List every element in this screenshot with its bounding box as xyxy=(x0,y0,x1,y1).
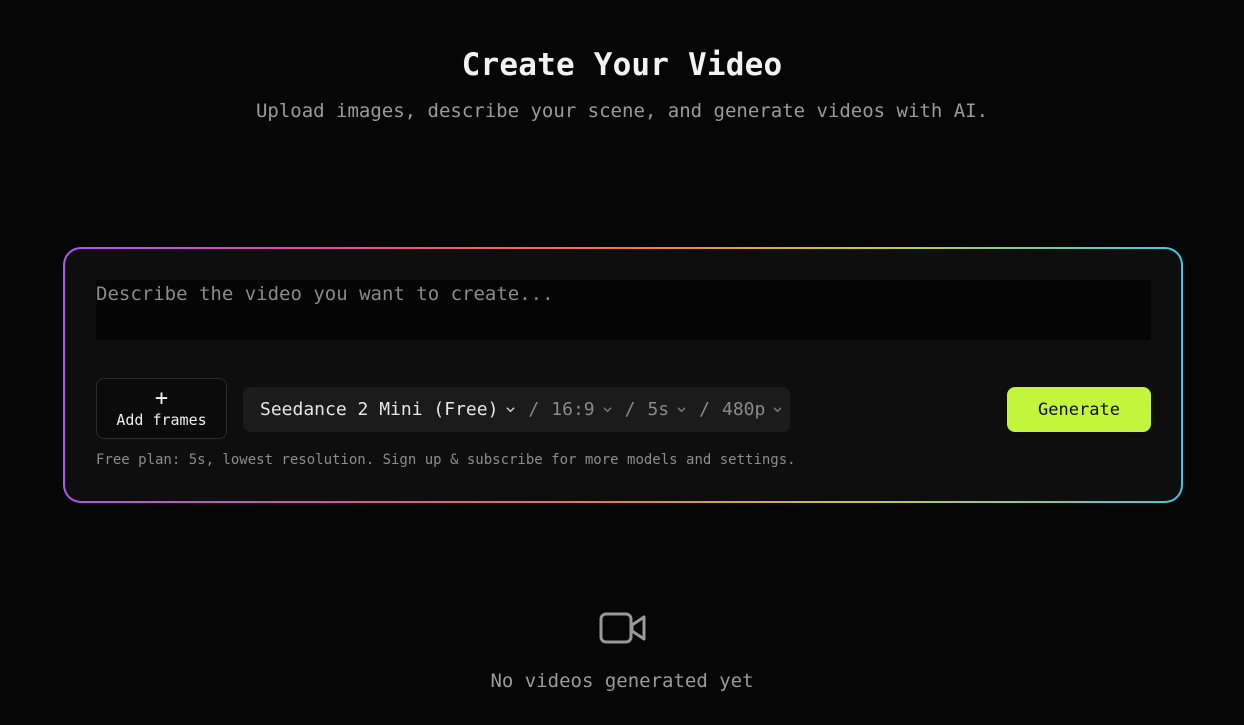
video-camera-icon xyxy=(599,612,646,644)
settings-separator: / xyxy=(528,399,540,420)
chevron-down-icon xyxy=(506,407,515,413)
chevron-down-icon xyxy=(677,407,686,413)
settings-separator: / xyxy=(699,399,710,420)
chevron-down-icon xyxy=(603,407,612,413)
page: Create Your Video Upload images, describ… xyxy=(0,0,1244,725)
add-frames-label: Add frames xyxy=(116,410,207,429)
add-frames-button[interactable]: + Add frames xyxy=(96,378,227,439)
empty-state-text: No videos generated yet xyxy=(490,670,754,692)
resolution-select[interactable]: 480p xyxy=(722,399,783,420)
model-select[interactable]: Seedance 2 Mini (Free) xyxy=(260,399,516,420)
chevron-down-icon xyxy=(773,407,782,413)
duration-label: 5s xyxy=(647,399,670,420)
model-select-label: Seedance 2 Mini (Free) xyxy=(260,399,499,420)
page-title: Create Your Video xyxy=(461,47,783,83)
prompt-input[interactable] xyxy=(96,280,1151,340)
composer-card: + Add frames Seedance 2 Mini (Free) / 16… xyxy=(63,247,1183,503)
aspect-ratio-select[interactable]: 16:9 xyxy=(551,399,612,420)
plus-icon: + xyxy=(154,385,169,411)
settings-separator: / xyxy=(624,399,636,420)
settings-bar: Seedance 2 Mini (Free) / 16:9 / 5s / 480… xyxy=(243,387,790,432)
duration-select[interactable]: 5s xyxy=(647,399,687,420)
aspect-ratio-label: 16:9 xyxy=(551,399,595,420)
resolution-label: 480p xyxy=(722,399,766,420)
plan-note: Free plan: 5s, lowest resolution. Sign u… xyxy=(96,452,796,468)
generate-button[interactable]: Generate xyxy=(1007,387,1151,432)
page-subtitle: Upload images, describe your scene, and … xyxy=(255,100,989,122)
composer-card-inner: + Add frames Seedance 2 Mini (Free) / 16… xyxy=(65,249,1181,501)
